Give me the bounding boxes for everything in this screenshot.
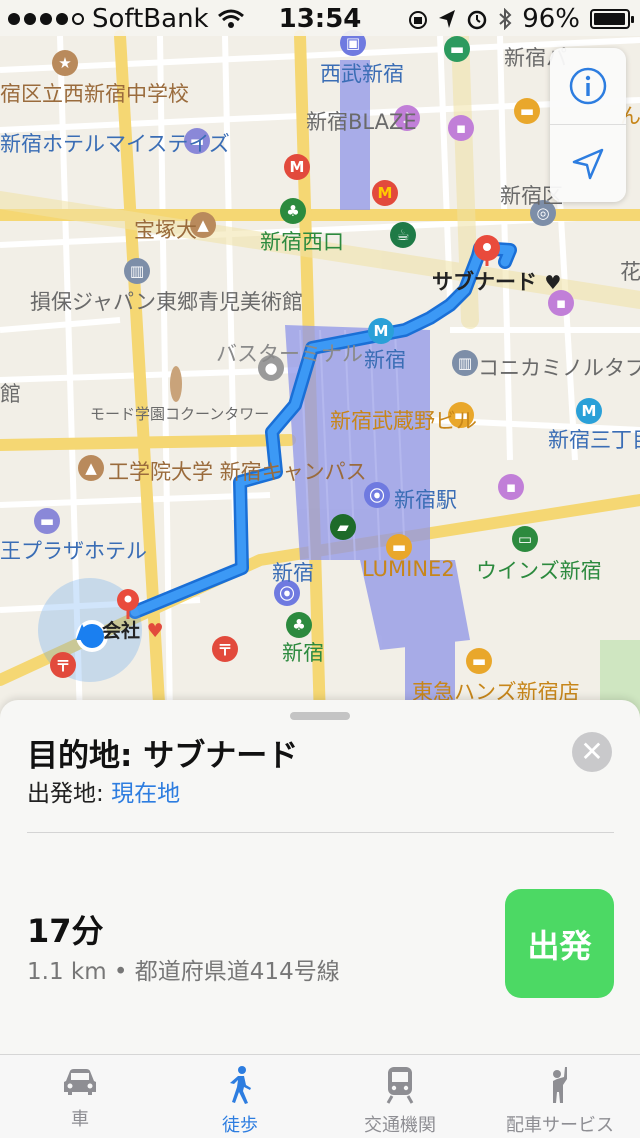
walk-icon — [230, 1066, 251, 1104]
map-label-edge: 館 — [0, 382, 21, 406]
status-bar: SoftBank 13:54 96% — [0, 0, 640, 36]
origin-link[interactable]: 現在地 — [111, 781, 180, 807]
mcdonalds-icon[interactable]: M — [372, 180, 398, 206]
map-label-shinjuku-south: 新宿 — [282, 641, 324, 665]
shopping-icon[interactable]: ▬ — [466, 648, 492, 674]
map-label-konica: コニカミノルタプラザ — [478, 356, 640, 380]
map-label-school: 宿区立西新宿中学校 — [0, 82, 189, 106]
theater-icon[interactable]: ▪ — [448, 115, 474, 141]
map-label-hanazono: 花園 — [620, 260, 640, 284]
directions-sheet: 目的地: サブナード 出発地: 現在地 ✕ 17分 1.1 km • 都道府県道… — [0, 700, 640, 1054]
museum-icon[interactable]: ▥ — [452, 350, 478, 376]
location-services-icon — [439, 10, 456, 28]
tab-transit[interactable]: 交通機関 — [320, 1055, 480, 1138]
train-icon — [386, 1067, 414, 1104]
map-view[interactable]: ★ ▬ ▣ ♪ ▪ M M ♣ ☕ ▲ ▥ M ● ▥ ▬ M ▲ ⦿ ▪ ▬ … — [0, 0, 640, 720]
car-icon — [64, 1069, 96, 1095]
metro-icon[interactable]: M — [576, 398, 602, 424]
bus-icon[interactable]: ▭ — [512, 526, 538, 552]
station-icon[interactable]: ⦿ — [364, 482, 390, 508]
map-label-musashino: 新宿武蔵野ビル — [330, 409, 477, 433]
map-label-takara: 宝塚大 — [134, 218, 197, 242]
metro-icon[interactable]: M — [368, 318, 394, 344]
map-label-sonpo-museum: 損保ジャパン東郷青児美術館 — [30, 290, 303, 314]
info-icon — [569, 67, 607, 105]
map-controls — [550, 48, 626, 202]
map-label-origin: 会社 ♥ — [102, 620, 164, 642]
park-icon[interactable]: ♣ — [280, 198, 306, 224]
park-icon[interactable]: ♣ — [286, 612, 312, 638]
museum-icon[interactable]: ▥ — [124, 258, 150, 284]
tab-drive[interactable]: 車 — [0, 1055, 160, 1138]
tab-ride[interactable]: 配車サービス — [480, 1055, 640, 1138]
tab-label: 車 — [71, 1109, 89, 1130]
map-label-shinjuku-metro: 新宿 — [364, 348, 406, 372]
travel-time: 17分 — [27, 912, 104, 950]
map-label-wins: ウインズ新宿 — [476, 559, 602, 583]
orientation-lock-icon — [409, 11, 428, 29]
map-label-sanchome: 新宿三丁目 — [548, 428, 640, 452]
tab-label: 交通機関 — [364, 1115, 436, 1136]
map-label-hotel: 新宿ホテルマイステイズ — [0, 132, 230, 156]
map-label-mode-gakuen: モード学園コクーンタワー — [90, 405, 270, 423]
bluetooth-icon — [499, 8, 512, 30]
map-label-nishiguchi: 新宿西口 — [260, 230, 344, 254]
divider — [27, 832, 614, 833]
close-button[interactable]: ✕ — [572, 732, 612, 772]
battery-icon — [590, 9, 634, 29]
battery-percent: 96% — [522, 4, 580, 34]
map-label-keio-plaza: 王プラザホテル — [0, 539, 147, 563]
hotel-icon[interactable]: ▬ — [34, 508, 60, 534]
origin-row: 出発地: 現在地 — [27, 774, 180, 808]
close-icon: ✕ — [580, 735, 604, 768]
destination-title: 目的地: サブナード — [27, 738, 299, 774]
info-button[interactable] — [550, 48, 626, 125]
go-button[interactable]: 出発 — [505, 889, 614, 998]
map-label-seibu-shinjuku: 西武新宿 — [320, 62, 404, 86]
location-arrow-icon — [572, 148, 604, 179]
map-label-kogakuin: 工学院大学 新宿キャンパス — [108, 460, 367, 484]
tab-walk[interactable]: 徒歩 — [160, 1055, 320, 1138]
map-label-blaze: 新宿BLAZE — [306, 110, 417, 134]
status-right: 96% — [408, 4, 634, 34]
shopping-icon[interactable]: ▬ — [514, 98, 540, 124]
school-icon[interactable]: ★ — [52, 50, 78, 76]
cafe-icon[interactable]: ☕ — [390, 222, 416, 248]
map-label-shinjuku-station: 新宿駅 — [394, 488, 457, 512]
station-icon[interactable]: ▬ — [444, 36, 470, 62]
restaurant-icon[interactable]: M — [284, 154, 310, 180]
sheet-grabber[interactable] — [290, 712, 350, 720]
map-label-bus-terminal: バスターミナル — [216, 342, 363, 366]
alarm-icon — [467, 10, 487, 30]
tracking-button[interactable] — [550, 125, 626, 202]
transport-tab-bar: 車 徒歩 交通機関 配車サービス — [0, 1054, 640, 1138]
route-detail: 1.1 km • 都道府県道414号線 — [27, 959, 340, 985]
tab-label: 徒歩 — [222, 1115, 258, 1136]
ride-share-icon — [553, 1067, 567, 1103]
post-office-icon[interactable]: 〒 — [212, 636, 238, 662]
station-icon[interactable]: ▰ — [330, 514, 356, 540]
map-label-lumine2: LUMINE2 — [362, 557, 455, 581]
map-label-destination: サブナード ♥ — [432, 270, 562, 294]
theater-icon[interactable]: ▪ — [498, 474, 524, 500]
university-icon[interactable]: ▲ — [78, 455, 104, 481]
origin-label: 出発地: — [27, 781, 112, 807]
tab-label: 配車サービス — [506, 1115, 614, 1136]
map-label-shinjuku-jr: 新宿 — [272, 561, 314, 585]
post-office-icon[interactable]: 〒 — [50, 652, 76, 678]
